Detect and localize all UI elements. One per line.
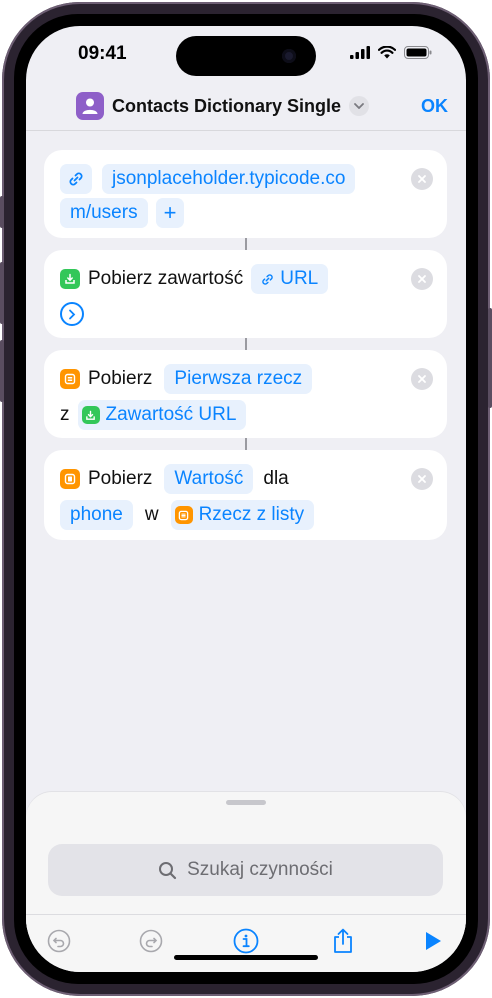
action-card-url[interactable]: jsonplaceholder.typicode.co m/users + [44,150,447,238]
key-field-token[interactable]: phone [60,500,133,530]
status-icons [350,46,432,59]
contents-variable-token[interactable]: Zawartość URL [77,400,247,430]
redo-button[interactable] [136,926,166,956]
item-variable-token[interactable]: Rzecz z listy [170,500,315,530]
search-actions-input[interactable]: Szukaj czynności [48,844,443,896]
shortcut-title: Contacts Dictionary Single [112,95,342,116]
remove-action-button[interactable] [411,168,433,190]
sheet-grabber[interactable] [226,800,266,805]
status-time: 09:41 [78,43,127,64]
redo-icon [139,929,163,953]
share-button[interactable] [328,926,358,956]
item-selector-token[interactable]: Pierwsza rzecz [164,364,313,394]
search-placeholder: Szukaj czynności [187,859,333,880]
share-icon [334,928,352,953]
download-icon [60,269,80,289]
chevron-down-icon [349,96,370,116]
dynamic-island [176,36,316,76]
home-indicator[interactable] [174,955,318,960]
info-button[interactable] [231,926,261,956]
done-button[interactable]: OK [421,96,448,117]
remove-action-button[interactable] [411,368,433,390]
item-variable-label: Rzecz z listy [198,504,305,525]
toolbar-divider [26,914,466,915]
download-icon [81,406,100,424]
action-card-get-item[interactable]: Pobierz Pierwsza rzecz z Zawartość URL [44,350,447,438]
contacts-shortcut-icon [76,92,104,120]
remove-action-button[interactable] [411,468,433,490]
battery-icon [404,46,432,59]
cellular-signal-icon [350,46,370,59]
action-connector [245,438,247,450]
nav-bar: Contacts Dictionary Single OK [26,90,466,132]
value-selector-token[interactable]: Wartość [164,464,254,494]
link-token[interactable] [60,164,92,194]
shortcut-title-menu[interactable]: Contacts Dictionary Single [76,92,370,120]
close-icon [418,375,426,383]
action-label: Pobierz [88,468,153,489]
close-icon [418,275,426,283]
link-icon [262,273,273,285]
screen: 09:41 Contacts Dictionary Single OK json… [26,26,466,972]
volume-down-button [0,340,4,402]
dictionary-icon [60,469,80,489]
close-icon [418,175,426,183]
play-icon [426,932,441,950]
info-icon [233,928,259,954]
action-label: Pobierz zawartość [88,268,244,289]
link-icon [69,172,83,186]
list-icon [60,369,80,389]
wifi-icon [378,46,396,59]
search-icon [159,861,177,879]
show-more-chevron-icon[interactable] [60,302,84,326]
run-button[interactable] [418,926,448,956]
contents-variable-label: Zawartość URL [105,404,237,425]
action-card-get-contents[interactable]: Pobierz zawartość URL [44,250,447,338]
preposition-label: z [60,404,70,425]
remove-action-button[interactable] [411,268,433,290]
action-card-get-value[interactable]: Pobierz Wartość dla phone w Rzecz z list… [44,450,447,540]
close-icon [418,475,426,483]
url-value-line2[interactable]: m/users [60,198,148,228]
action-connector [245,338,247,350]
volume-up-button [0,262,4,324]
action-connector [245,238,247,250]
nav-divider [26,130,466,131]
undo-icon [47,929,71,953]
url-variable-token[interactable]: URL [251,264,329,294]
action-button [0,196,4,228]
add-url-button[interactable]: + [155,198,185,228]
action-label: Pobierz [88,368,153,389]
list-icon [174,506,193,524]
actions-sheet: Szukaj czynności [26,792,466,972]
url-value-line1[interactable]: jsonplaceholder.typicode.co [102,164,356,194]
url-variable-label: URL [280,268,319,289]
preposition-label: w [144,504,159,525]
preposition-label: dla [263,468,289,489]
undo-button[interactable] [44,926,74,956]
power-button [488,308,492,408]
